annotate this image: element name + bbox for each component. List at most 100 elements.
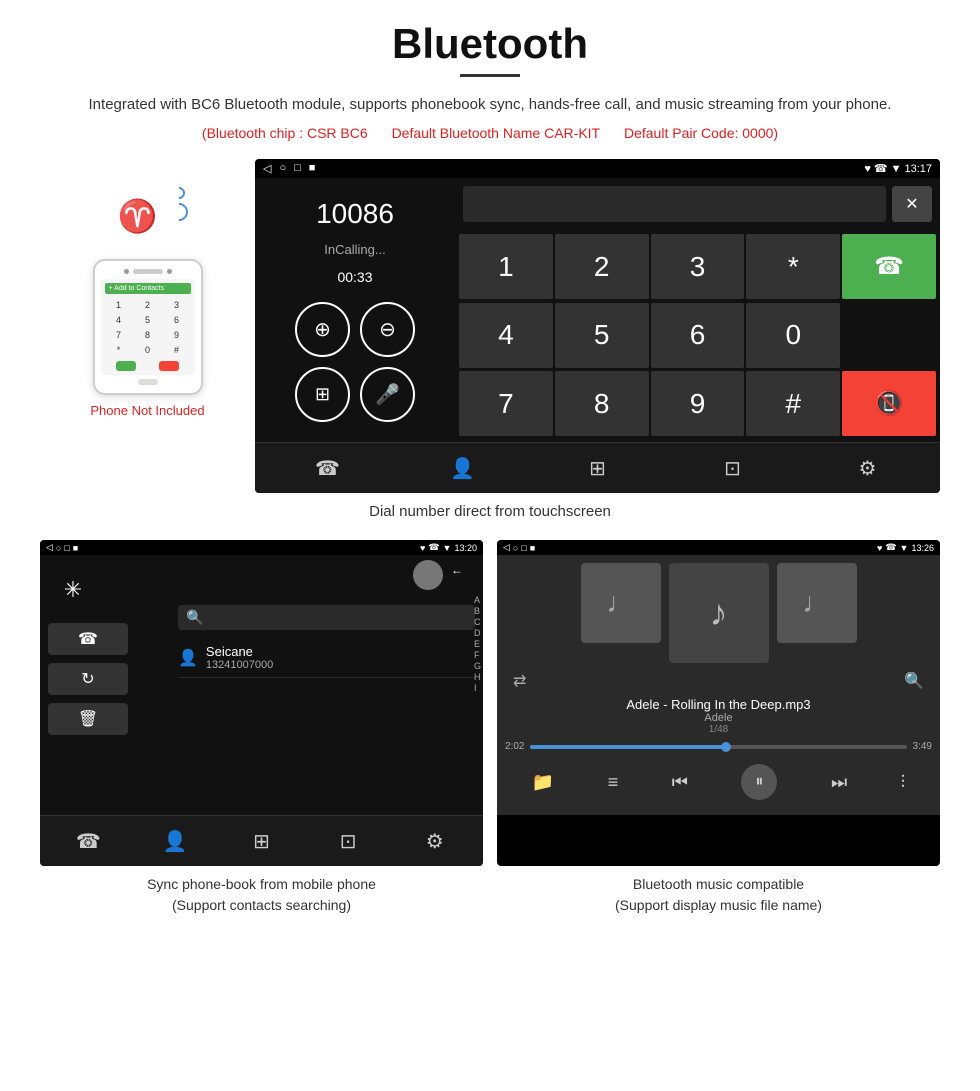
equalizer-icon[interactable]: ⫶ (901, 772, 906, 793)
phone-key-3[interactable]: 3 (163, 298, 191, 312)
phone-key-star[interactable]: * (105, 343, 133, 357)
shuffle-icon[interactable]: ⇄ (513, 671, 526, 691)
page-description: Integrated with BC6 Bluetooth module, su… (40, 93, 940, 117)
phone-key-7[interactable]: 7 (105, 328, 133, 342)
pb-letter-h[interactable]: H (474, 672, 481, 682)
pb-delete-btn[interactable]: 🗑 (48, 703, 128, 735)
dialer-input-display[interactable] (463, 186, 886, 222)
music-notif-nav[interactable]: ■ (530, 543, 535, 553)
bluetooth-icon: ♈ (118, 197, 158, 235)
key-hash[interactable]: # (746, 371, 840, 436)
pb-home-nav[interactable]: ○ (56, 543, 61, 553)
phone-end-button[interactable] (159, 361, 179, 371)
nav-contacts-icon[interactable]: 👤 (443, 453, 483, 483)
phone-key-2[interactable]: 2 (134, 298, 162, 312)
pb-notif-nav[interactable]: ■ (73, 543, 78, 553)
phone-call-button[interactable] (116, 361, 136, 371)
phone-home-button[interactable] (138, 379, 158, 385)
nav-phone-icon[interactable]: ☎ (308, 453, 348, 483)
pb-nav-person[interactable]: 👤 (155, 826, 195, 856)
play-pause-btn[interactable]: ⏸ (741, 764, 777, 800)
transfer-call-btn[interactable]: ⊞ (295, 367, 350, 422)
music-recents-nav[interactable]: □ (521, 543, 526, 553)
phonebook-status-bar: ◁ ○ □ ■ ♥ ☎ ▼ 13:20 (40, 540, 483, 555)
pb-contact-item[interactable]: 👤 Seicane 13241007000 (178, 638, 475, 678)
prev-track-btn[interactable]: ⏮ (672, 772, 688, 793)
key-9[interactable]: 9 (651, 371, 745, 436)
pb-recents-nav[interactable]: □ (64, 543, 69, 553)
nav-settings-icon[interactable]: ⚙ (848, 453, 888, 483)
pb-call-btn[interactable]: ☎ (48, 623, 128, 655)
phone-key-8[interactable]: 8 (134, 328, 162, 342)
notification-icon[interactable]: ■ (309, 162, 316, 175)
pb-letter-g[interactable]: G (474, 661, 481, 671)
dialer-backspace-btn[interactable]: ✕ (892, 186, 932, 222)
mute-btn[interactable]: 🎤 (360, 367, 415, 422)
call-icon: ☎ (874, 162, 888, 175)
music-status-left: ◁ ○ □ ■ (503, 542, 535, 553)
pb-letter-a[interactable]: A (474, 595, 481, 605)
key-2[interactable]: 2 (555, 234, 649, 299)
pb-letter-c[interactable]: C (474, 617, 481, 627)
add-contact-btn[interactable]: + Add to Contacts (105, 283, 191, 294)
key-7[interactable]: 7 (459, 371, 553, 436)
pb-search-bar[interactable]: 🔍 (178, 605, 475, 630)
playlist-icon[interactable]: ≡ (608, 772, 619, 793)
phone-key-4[interactable]: 4 (105, 313, 133, 327)
phone-key-9[interactable]: 9 (163, 328, 191, 342)
pb-nav-transfer[interactable]: ⊡ (328, 826, 368, 856)
music-caption-line2: (Support display music file name) (497, 895, 940, 916)
phone-key-1[interactable]: 1 (105, 298, 133, 312)
pb-nav-grid[interactable]: ⊞ (241, 826, 281, 856)
contact-name: Seicane (206, 644, 273, 659)
phone-key-6[interactable]: 6 (163, 313, 191, 327)
back-icon[interactable]: ◁ (263, 162, 271, 175)
dialer-container: 10086 InCalling... 00:33 ⊕ ⊖ ⊞ 🎤 (255, 178, 940, 442)
music-back-nav[interactable]: ◁ (503, 542, 510, 553)
home-icon[interactable]: ○ (279, 162, 286, 175)
pb-nav-phone[interactable]: ☎ (68, 826, 108, 856)
pb-arrow[interactable]: ← (451, 563, 463, 577)
key-0[interactable]: 0 (746, 303, 840, 368)
pb-letter-d[interactable]: D (474, 628, 481, 638)
contact-number: 13241007000 (206, 659, 273, 671)
pb-avatar-dot (413, 560, 443, 590)
folder-icon[interactable]: 📁 (532, 772, 554, 793)
music-home-nav[interactable]: ○ (513, 543, 518, 553)
specs-row: (Bluetooth chip : CSR BC6 Default Blueto… (40, 125, 940, 141)
contact-info: Seicane 13241007000 (206, 644, 273, 671)
phone-key-5[interactable]: 5 (134, 313, 162, 327)
progress-bar[interactable] (530, 745, 906, 749)
pb-sync-btn[interactable]: ↻ (48, 663, 128, 695)
pb-back-nav[interactable]: ◁ (46, 542, 53, 553)
phone-sensor (167, 269, 172, 274)
search-music-icon[interactable]: 🔍 (904, 671, 924, 691)
recents-icon[interactable]: □ (294, 162, 301, 175)
nav-dialpad-icon[interactable]: ⊞ (578, 453, 618, 483)
key-3[interactable]: 3 (651, 234, 745, 299)
pb-letter-i[interactable]: I (474, 683, 481, 693)
pb-letter-e[interactable]: E (474, 639, 481, 649)
pb-letter-b[interactable]: B (474, 606, 481, 616)
key-1[interactable]: 1 (459, 234, 553, 299)
key-5[interactable]: 5 (555, 303, 649, 368)
phone-key-0[interactable]: 0 (134, 343, 162, 357)
signal-waves (170, 187, 188, 225)
next-track-btn[interactable]: ⏭ (831, 772, 847, 793)
call-button[interactable]: ☎ (842, 234, 936, 299)
pb-letter-f[interactable]: F (474, 650, 481, 660)
key-6[interactable]: 6 (651, 303, 745, 368)
music-call-icon: ☎ (885, 542, 896, 553)
nav-transfer-icon[interactable]: ⊡ (713, 453, 753, 483)
main-screenshot-row: ♈ + Add to Contacts 1 2 3 (40, 159, 940, 493)
keypad-grid: 1 2 3 * ☎ 4 5 6 0 7 8 9 # 📵 (455, 230, 940, 442)
phone-key-hash[interactable]: # (163, 343, 191, 357)
end-call-button[interactable]: 📵 (842, 371, 936, 436)
key-4[interactable]: 4 (459, 303, 553, 368)
volume-up-btn[interactable]: ⊕ (295, 302, 350, 357)
key-star[interactable]: * (746, 234, 840, 299)
key-8[interactable]: 8 (555, 371, 649, 436)
volume-down-btn[interactable]: ⊖ (360, 302, 415, 357)
pb-nav-settings[interactable]: ⚙ (415, 826, 455, 856)
pb-time: 13:20 (454, 543, 477, 553)
